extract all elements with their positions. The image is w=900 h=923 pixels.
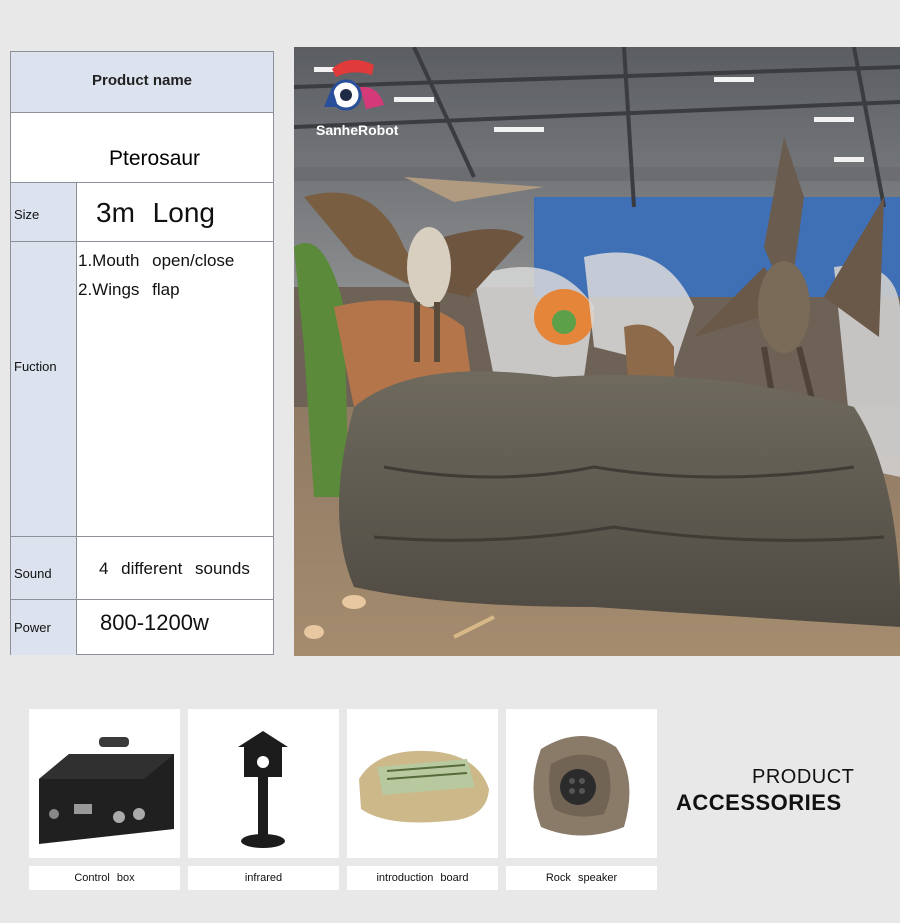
sound-value: 4 different sounds bbox=[99, 559, 250, 578]
function-item: 2.Wings flap bbox=[78, 280, 180, 299]
power-value: 800-1200w bbox=[100, 610, 209, 635]
logo-text: SanheRobot bbox=[316, 122, 399, 138]
spec-size-row: Size 3m Long bbox=[11, 183, 273, 242]
infrared-card bbox=[188, 709, 339, 858]
power-label: Power bbox=[14, 620, 51, 635]
function-label: Fuction bbox=[14, 359, 57, 374]
spec-table: Product name Pterosaur Size 3m Long Fuct… bbox=[10, 51, 274, 655]
function-item: 1.Mouth open/close bbox=[78, 251, 235, 270]
introduction-board-label: introduction board bbox=[347, 866, 498, 890]
size-value: 3m Long bbox=[96, 197, 215, 228]
pterosaur-scene: SanheRobot bbox=[294, 47, 900, 656]
accessories-title-line2: ACCESSORIES bbox=[676, 790, 842, 815]
size-label: Size bbox=[14, 207, 40, 222]
introduction-board-card bbox=[347, 709, 498, 858]
rock-speaker-icon bbox=[533, 735, 630, 836]
rock-speaker-card bbox=[506, 709, 657, 858]
spec-header: Product name bbox=[91, 72, 193, 89]
sound-label: Sound bbox=[14, 566, 52, 581]
control-box-card bbox=[29, 709, 180, 858]
spec-function-row: Fuction 1.Mouth open/close 2.Wings flap bbox=[11, 242, 273, 537]
spec-sound-row: Sound 4 different sounds bbox=[11, 537, 273, 600]
function-list: 1.Mouth open/close 2.Wings flap bbox=[78, 246, 234, 304]
control-box-icon bbox=[39, 737, 174, 844]
spec-header-row: Product name bbox=[11, 52, 273, 113]
spec-name-row: Pterosaur bbox=[11, 113, 273, 183]
infrared-label: infrared bbox=[188, 866, 339, 890]
control-box-label: Control box bbox=[29, 866, 180, 890]
accessories-title-line1: PRODUCT bbox=[752, 766, 855, 788]
infrared-sensor-icon bbox=[238, 731, 288, 848]
introduction-board-icon bbox=[359, 750, 489, 823]
product-name: Pterosaur bbox=[109, 147, 201, 170]
spec-power-row: Power 800-1200w bbox=[11, 600, 273, 655]
rock-speaker-label: Rock speaker bbox=[506, 866, 657, 890]
product-photo: SanheRobot bbox=[294, 47, 900, 656]
